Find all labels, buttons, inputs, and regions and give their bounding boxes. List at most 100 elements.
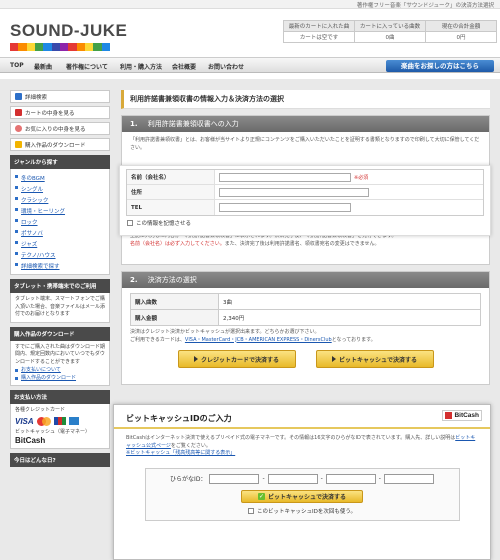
card-note: ご利用できるカードは、VISA・MasterCard・JCB・AMERICAN … xyxy=(130,337,481,345)
nav-contact[interactable]: お問い合わせ xyxy=(208,62,244,71)
tablet-box: タブレット端末、スマートフォンでご購入頂いた場合、音楽ファイルはメール添付でのお… xyxy=(10,293,110,323)
address-row: 住所 xyxy=(127,185,483,200)
remember-row: この情報を記憶させる xyxy=(126,216,484,227)
form-table: 名前（会社名） ※必須 住所 TEL xyxy=(126,169,484,216)
nav-new-songs[interactable]: 最新曲 xyxy=(34,62,52,71)
step1-title: 利用許諾書兼領収書への入力 xyxy=(147,120,239,128)
tablet-heading: タブレット・携帯端末でのご利用 xyxy=(10,279,110,293)
genre-link[interactable]: ポサノバ xyxy=(15,227,105,238)
payment-note: 決済はクレジット決済かビットキャッシュが選択出来ます。どちらかお選び下さい。 xyxy=(130,329,320,335)
download-link[interactable]: 購入作品のダウンロード xyxy=(15,374,105,382)
download-text: すでにご購入された曲はダウンロード期間内、規定回数内においていつでもダウンロード… xyxy=(15,343,105,365)
hiragana-id-row: ひらがなID： - - - xyxy=(146,473,459,484)
arrow-icon xyxy=(193,356,198,362)
popup-link-row: ※ビットキャッシュ「残高残高等に関する表示」 xyxy=(126,450,478,458)
payment-box: 各種クレジットカード VISA ビットキャッシュ（電子マネー） BitCash xyxy=(10,404,110,449)
status-header: カートに入っている曲数 xyxy=(354,20,426,32)
nav-how-to-use[interactable]: 利用・購入方法 xyxy=(120,62,162,71)
download-heading: 購入作品のダウンロード xyxy=(10,326,110,341)
save-id-label: このビットキャッシュIDを次回も使う。 xyxy=(256,508,357,515)
address-label: 住所 xyxy=(127,185,215,199)
popup-text-1b: をご覧ください。 xyxy=(170,442,211,449)
step2-number: 2. xyxy=(130,276,138,284)
genre-link[interactable]: シングル xyxy=(15,183,105,194)
hiragana-id-box: ひらがなID： - - - ✓ ビットキャッシュで決済する このビットキャッシュ… xyxy=(144,467,460,521)
logo-color-bar xyxy=(93,43,102,51)
hiragana-id-input-1[interactable] xyxy=(209,473,260,484)
cart-status-table: 最新のカートに入れた曲 カートに入っている曲数 現在の合計金額 カートは空です … xyxy=(283,20,497,43)
logo-color-bar xyxy=(76,43,85,51)
download-purchased-button[interactable]: 購入作品のダウンロード xyxy=(10,138,110,151)
name-change-note: また、決済完了後は利用許諾書名、領収書宛名の変更はできません。 xyxy=(224,240,380,247)
download-box: すでにご購入された曲はダウンロード期間内、規定回数内においていつでもダウンロード… xyxy=(10,340,110,386)
dash: - xyxy=(320,475,323,482)
popup-text-1: BitCashはインターネット決済で使えるプリペイド式の電子マネーです。その情報… xyxy=(126,435,456,441)
heart-icon xyxy=(15,125,22,132)
arrow-icon xyxy=(331,356,336,362)
name-input[interactable] xyxy=(219,172,351,182)
bitcash-submit-button[interactable]: ✓ ビットキャッシュで決済する xyxy=(241,489,363,503)
side-btn-label: 詳細検索 xyxy=(25,94,48,101)
step2-title: 決済方法の選択 xyxy=(147,276,197,284)
logo-color-bar xyxy=(34,43,44,51)
advanced-search-button[interactable]: 詳細検索 xyxy=(10,90,110,103)
bitcash-mark-icon xyxy=(445,412,453,419)
remember-checkbox[interactable] xyxy=(127,220,133,226)
today-heading: 今日はどんな日? xyxy=(10,453,110,467)
genre-link[interactable]: ロック xyxy=(15,216,105,227)
bitcash-balance-link[interactable]: ※ビットキャッシュ「残高残高等に関する表示」 xyxy=(126,450,235,456)
top-tagline: 著作権フリー音楽「サウンドジューク」の決済方法選択 xyxy=(0,0,500,9)
hiragana-id-input-3[interactable] xyxy=(325,473,376,484)
step2-heading: 2. 決済方法の選択 xyxy=(122,272,489,288)
cart-total: 0円 xyxy=(425,31,497,43)
popup-text: BitCashはインターネット決済で使えるプリペイド式の電子マネーです。その情報… xyxy=(126,435,478,450)
check-icon: ✓ xyxy=(257,492,265,500)
genre-link[interactable]: 冬のBGM xyxy=(15,172,105,183)
genre-link[interactable]: 詳細検索で探す xyxy=(15,260,105,271)
tel-input[interactable] xyxy=(219,203,351,212)
order-summary-table: 購入曲数 3曲 購入金額 2,340円 xyxy=(130,293,481,326)
logo-color-bar xyxy=(68,43,77,51)
save-id-checkbox[interactable] xyxy=(247,507,254,514)
global-nav: TOP 最新曲 著作権について 利用・購入方法 会社概要 お問い合わせ 楽曲をお… xyxy=(0,57,500,73)
hiragana-id-input-2[interactable] xyxy=(267,473,318,484)
required-mark: ※必須 xyxy=(354,174,369,181)
logo-color-bars xyxy=(10,43,110,51)
tel-row: TEL xyxy=(127,200,483,215)
view-favorites-button[interactable]: お気に入りの中身を見る xyxy=(10,122,110,135)
amount-value: 2,340円 xyxy=(218,309,481,326)
view-cart-button[interactable]: カートの中身を見る xyxy=(10,106,110,119)
bitcash-pay-button[interactable]: ビットキャッシュで決済する xyxy=(315,350,434,368)
site-logo[interactable]: SOUND-JUKE xyxy=(10,21,127,41)
genre-link[interactable]: 環境・ヒーリング xyxy=(15,205,105,216)
cart-count: 0曲 xyxy=(354,31,426,43)
logo-color-bar xyxy=(51,43,60,51)
nav-top[interactable]: TOP xyxy=(10,62,24,69)
credit-card-pay-button[interactable]: クレジットカードで決済する xyxy=(177,350,296,368)
dash: - xyxy=(378,475,381,482)
song-search-button[interactable]: 楽曲をお探しの方はこちら xyxy=(386,60,494,72)
side-btn-label: 購入作品のダウンロード xyxy=(25,142,86,149)
jcb-logo xyxy=(53,417,66,425)
hiragana-id-input-4[interactable] xyxy=(383,473,434,484)
logo-color-bar xyxy=(101,43,110,51)
payment-info-link[interactable]: お支払いについて xyxy=(15,366,105,374)
logo-color-bar xyxy=(59,43,69,51)
genre-link[interactable]: ジャズ xyxy=(15,238,105,249)
logo-color-bar xyxy=(26,43,35,51)
main-content: 利用許諾書兼領収書の情報入力＆決済方法の選択 1. 利用許諾書兼領収書への入力 … xyxy=(121,90,490,385)
card-brands-link[interactable]: VISA・MasterCard・JCB・AMERICAN EXPRESS・Din… xyxy=(185,337,332,343)
step1-heading: 1. 利用許諾書兼領収書への入力 xyxy=(122,116,489,132)
nav-copyright[interactable]: 著作権について xyxy=(66,62,108,71)
download-icon xyxy=(15,141,22,148)
amex-logo xyxy=(68,417,79,425)
address-input[interactable] xyxy=(219,187,369,197)
logo-color-bar xyxy=(84,43,94,51)
payment-buttons: クレジットカードで決済する ビットキャッシュで決済する xyxy=(130,350,481,368)
genre-link[interactable]: クラシック xyxy=(15,194,105,205)
tel-label: TEL xyxy=(127,200,215,215)
amount-label: 購入金額 xyxy=(130,309,219,326)
genre-link[interactable]: テクノ/ハウス xyxy=(15,249,105,260)
magnifier-icon xyxy=(15,93,22,100)
nav-company[interactable]: 会社概要 xyxy=(172,62,196,71)
